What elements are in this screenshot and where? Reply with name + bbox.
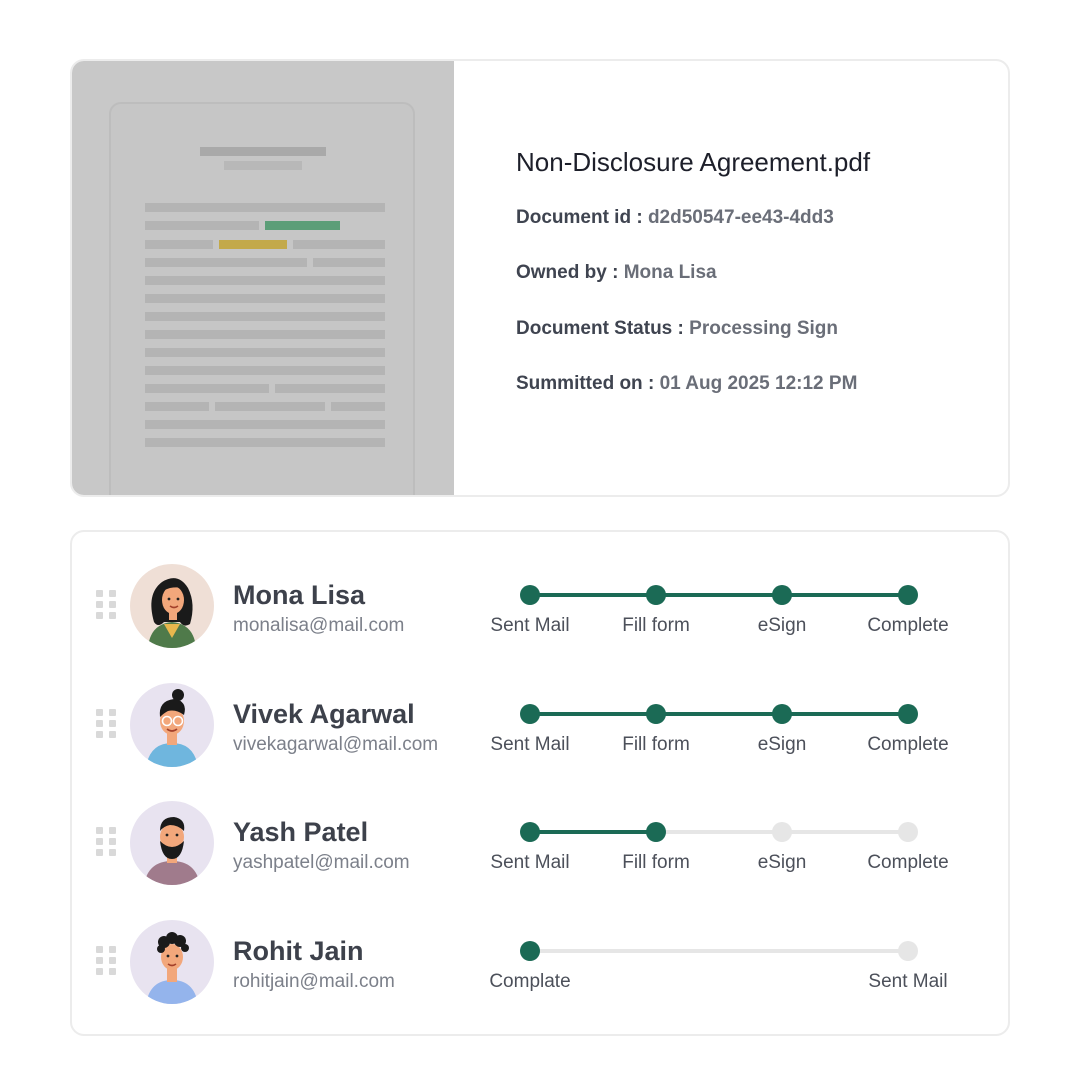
signer-email: yashpatel@mail.com	[233, 852, 410, 873]
submitted-value: 01 Aug 2025 12:12 PM	[659, 373, 858, 394]
preview-text-line	[145, 366, 385, 375]
signer-email: monalisa@mail.com	[233, 615, 405, 636]
step-dot	[520, 822, 540, 842]
progress-segment	[530, 593, 656, 597]
step-label: Complete	[867, 615, 949, 636]
preview-text-line	[313, 258, 385, 267]
preview-highlight-green	[265, 221, 340, 230]
step-label: Fill form	[622, 733, 690, 755]
signer-email: rohitjain@mail.com	[233, 970, 395, 992]
step-label: Fill form	[622, 852, 690, 873]
preview-text-line	[145, 384, 269, 393]
step-dot	[520, 940, 540, 961]
preview-text-line	[145, 420, 385, 429]
step-dot	[772, 822, 792, 842]
document-id: Document id : d2d50547-ee43-4dd3	[516, 207, 834, 229]
preview-text-line	[145, 330, 385, 339]
progress-segment	[530, 948, 908, 953]
woman-avatar	[130, 564, 214, 648]
progress-segment	[530, 711, 656, 716]
document-preview[interactable]	[72, 61, 454, 495]
step-label: Sent Mail	[490, 615, 570, 636]
preview-text-line	[293, 240, 385, 249]
step-label: Complate	[489, 970, 571, 992]
signer-name: Vivek Agarwal	[233, 698, 415, 729]
step-label: eSign	[757, 733, 807, 755]
signer-row: Vivek Agarwal vivekagarwal@mail.com Sent M…	[72, 671, 1008, 771]
step-dot	[898, 822, 918, 842]
progress-segment	[656, 593, 782, 597]
signer-name: Mona Lisa	[233, 580, 366, 610]
step-dot	[898, 940, 918, 961]
preview-text-line	[215, 402, 325, 411]
signer-name: Rohit Jain	[233, 935, 364, 966]
preview-highlight-yellow	[219, 240, 287, 249]
status-value: Processing Sign	[689, 318, 839, 339]
document-id-label: Document id :	[516, 207, 643, 228]
step-label: Fill form	[622, 615, 690, 636]
drag-handle-icon[interactable]	[96, 708, 116, 739]
progress-segment	[782, 830, 908, 834]
drag-handle-icon[interactable]	[96, 827, 116, 857]
status-label: Document Status :	[516, 318, 684, 339]
signer-email: vivekagarwal@mail.com	[233, 733, 439, 755]
preview-text-line	[145, 276, 385, 285]
step-dot	[898, 703, 918, 724]
owner-value: Mona Lisa	[623, 262, 717, 283]
submitted-label: Summitted on :	[516, 373, 655, 394]
progress-segment	[530, 830, 656, 834]
preview-heading-line	[200, 147, 326, 156]
document-title: Non-Disclosure Agreement.pdf	[516, 147, 871, 177]
owner-label: Owned by :	[516, 262, 619, 283]
preview-text-line	[145, 221, 259, 230]
step-dot	[772, 585, 792, 605]
bearded-man-avatar	[130, 801, 214, 885]
document-card: Non-Disclosure Agreement.pdf Document id…	[70, 59, 1010, 497]
step-label: Complete	[867, 852, 949, 873]
step-label: Sent Mail	[490, 852, 570, 873]
preview-text-line	[145, 258, 307, 267]
document-info: Non-Disclosure Agreement.pdf Document id…	[516, 61, 1008, 495]
step-label: Complete	[867, 733, 949, 755]
step-label: eSign	[757, 615, 807, 636]
progress-segment	[656, 711, 782, 716]
document-id-value: d2d50547-ee43-4dd3	[647, 207, 834, 228]
man-glasses-avatar	[130, 682, 214, 767]
document-page-thumbnail	[109, 102, 415, 495]
step-label: eSign	[757, 852, 807, 873]
signer-row: Yash Patel yashpatel@mail.com Sent Mail Fil…	[72, 789, 1008, 889]
signer-name: Yash Patel	[233, 817, 369, 847]
progress-segment	[782, 593, 908, 597]
step-dot	[772, 703, 792, 724]
drag-handle-icon[interactable]	[96, 945, 116, 976]
step-label: Sent Mail	[490, 733, 570, 755]
preview-text-line	[145, 312, 385, 321]
signer-row: Rohit Jain rohitjain@mail.com Complate Sent…	[72, 908, 1008, 1008]
step-dot	[646, 585, 666, 605]
preview-text-line	[145, 294, 385, 303]
preview-text-line	[275, 384, 385, 393]
preview-text-line	[145, 438, 385, 447]
preview-text-line	[145, 240, 213, 249]
document-status: Document Status : Processing Sign	[516, 318, 838, 340]
signers-card: Mona Lisa monalisa@mail.com Sent Mail Fill …	[70, 530, 1010, 1036]
document-owner: Owned by : Mona Lisa	[516, 262, 717, 284]
drag-handle-icon[interactable]	[96, 590, 116, 620]
step-dot	[646, 822, 666, 842]
preview-text-line	[331, 402, 385, 411]
man-curly-avatar	[130, 919, 214, 1004]
progress-segment	[782, 711, 908, 716]
progress-segment	[656, 830, 782, 834]
signer-row: Mona Lisa monalisa@mail.com Sent Mail Fill …	[72, 552, 1008, 652]
step-label: Sent Mail	[868, 970, 948, 992]
preview-text-line	[145, 402, 209, 411]
step-dot	[520, 585, 540, 605]
preview-subheading-line	[224, 161, 302, 170]
document-submitted: Summitted on : 01 Aug 2025 12:12 PM	[516, 373, 857, 395]
preview-text-line	[145, 203, 385, 212]
step-dot	[898, 585, 918, 605]
step-dot	[646, 703, 666, 724]
step-dot	[520, 703, 540, 724]
preview-text-line	[145, 348, 385, 357]
